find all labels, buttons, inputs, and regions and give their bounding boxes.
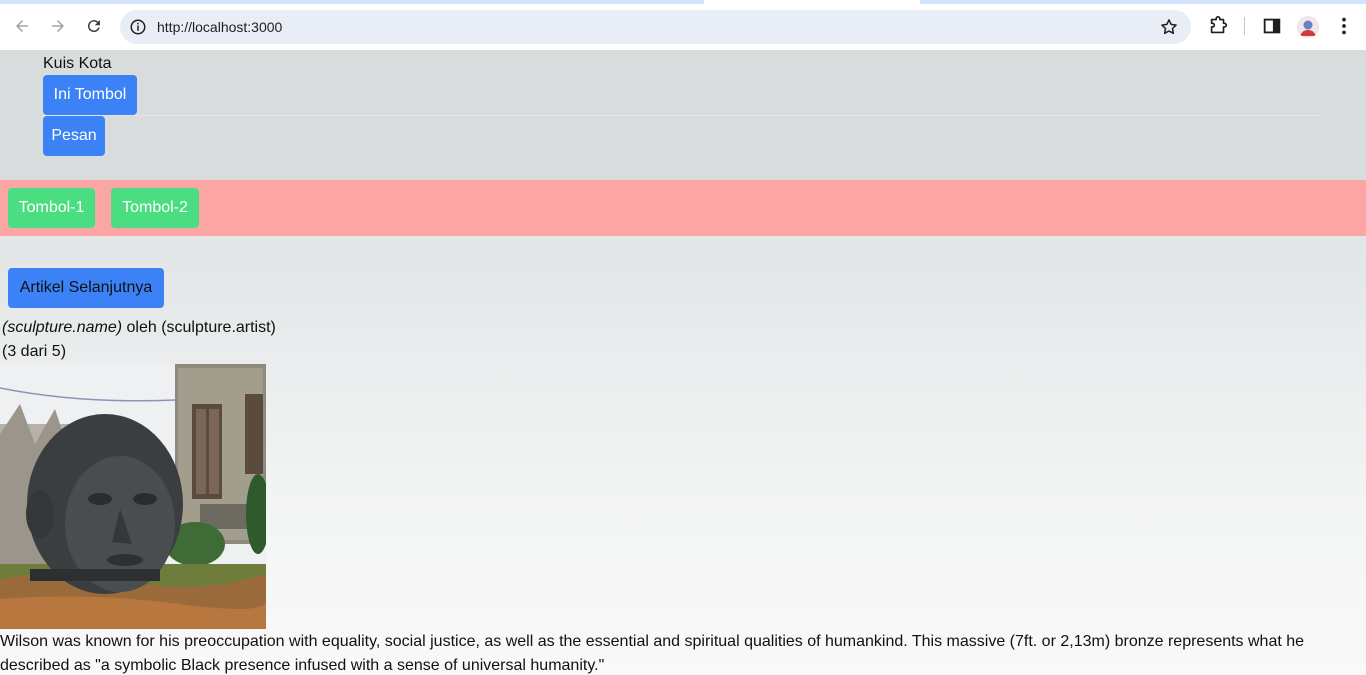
by-label: oleh [122,319,162,336]
extensions-icon[interactable] [1207,15,1229,37]
sculpture-name: (sculpture.name) [2,319,123,336]
message-button[interactable]: Pesan [43,116,105,156]
primary-button[interactable]: Ini Tombol [43,75,137,115]
sculpture-description: Wilson was known for his preoccupation w… [0,633,1305,674]
bookmark-star-icon[interactable] [1159,17,1179,37]
site-info-icon[interactable] [129,18,147,36]
tombol-1-button[interactable]: Tombol-1 [8,188,95,228]
header: Kuis Kota Ini Tombol Pesan [0,50,1366,180]
address-bar[interactable]: http://localhost:3000 [120,10,1191,44]
next-article-button[interactable]: Artikel Selanjutnya [8,268,164,308]
menu-kebab-icon[interactable] [1333,15,1355,37]
toolbar-bar: Tombol-1 Tombol-2 [0,180,1366,236]
browser-chrome: http://localhost:3000 [0,0,1366,50]
sculpture-image [0,364,266,629]
header-divider [43,115,1323,116]
reload-icon[interactable] [82,14,106,38]
forward-icon[interactable] [46,14,70,38]
profile-avatar[interactable] [1297,16,1319,38]
tab-strip [0,0,1366,4]
page-content: Kuis Kota Ini Tombol Pesan Tombol-1 Tomb… [0,50,1366,675]
sculpture-artist: (sculpture.artist) [161,319,276,336]
sculpture-counter: (3 dari 5) [2,343,67,360]
sculpture-heading: (sculpture.name) oleh (sculpture.artist) [2,319,276,337]
back-icon[interactable] [10,14,34,38]
active-tab[interactable] [704,0,920,4]
page-title: Kuis Kota [43,55,112,72]
tombol-2-button[interactable]: Tombol-2 [111,188,199,228]
url-text[interactable]: http://localhost:3000 [157,19,282,35]
side-panel-icon[interactable] [1261,15,1283,37]
toolbar-separator [1244,17,1245,35]
